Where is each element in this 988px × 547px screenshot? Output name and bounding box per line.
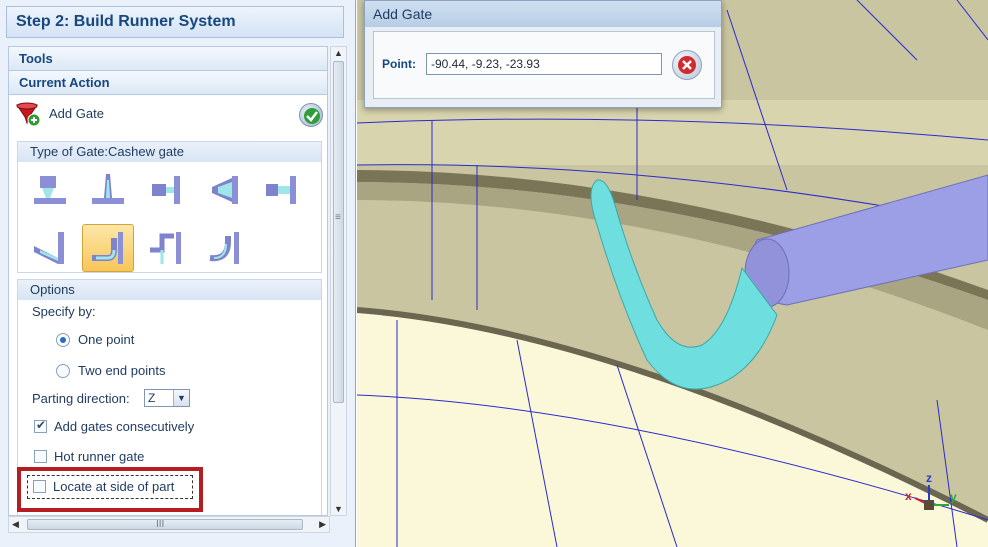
y-axis-label: y xyxy=(950,490,957,504)
vertical-scrollbar[interactable]: ▲ ≡ ▼ xyxy=(330,46,347,516)
checkmark-icon xyxy=(304,108,320,124)
scroll-right-icon[interactable]: ▶ xyxy=(319,519,326,530)
scroll-up-icon[interactable]: ▲ xyxy=(334,48,343,58)
parting-direction-value: Z xyxy=(148,391,156,405)
gate-type-group: Type of Gate:Cashew gate xyxy=(17,141,322,273)
point-label: Point: xyxy=(382,57,416,71)
panel-body: Tools Current Action Add Gate Type of Ga… xyxy=(8,46,328,516)
dialog-content: Point: -90.44, -9.23, -23.93 xyxy=(373,31,715,99)
ok-button[interactable] xyxy=(299,103,323,127)
vertical-scroll-thumb[interactable]: ≡ xyxy=(333,61,344,403)
gate-type-label: Type of Gate:Cashew gate xyxy=(18,142,321,162)
tools-section-header[interactable]: Tools xyxy=(9,47,327,71)
two-end-points-label[interactable]: Two end points xyxy=(78,363,165,378)
locate-side-option[interactable]: Locate at side of part xyxy=(27,475,193,499)
dialog-title[interactable]: Add Gate xyxy=(365,1,721,27)
pin-gate-icon[interactable] xyxy=(82,166,134,214)
specify-by-label: Specify by: xyxy=(32,304,96,319)
one-point-label[interactable]: One point xyxy=(78,332,134,347)
scroll-left-icon[interactable]: ◀ xyxy=(12,519,19,530)
add-consecutively-checkbox[interactable] xyxy=(34,418,47,433)
horizontal-scroll-thumb[interactable]: III xyxy=(27,519,303,530)
z-axis-label: z xyxy=(926,471,932,485)
hot-runner-label[interactable]: Hot runner gate xyxy=(54,449,144,464)
panel-title: Step 2: Build Runner System xyxy=(6,6,344,38)
grip-icon: ≡ xyxy=(335,212,341,223)
scroll-down-icon[interactable]: ▼ xyxy=(334,504,343,514)
options-title: Options xyxy=(18,280,321,300)
two-end-points-radio[interactable] xyxy=(56,364,70,378)
add-consecutively-label[interactable]: Add gates consecutively xyxy=(54,419,194,434)
add-gate-dialog: Add Gate Point: -90.44, -9.23, -23.93 xyxy=(364,0,722,108)
hot-runner-checkbox[interactable] xyxy=(34,450,47,463)
cashew-gate-icon[interactable] xyxy=(82,224,134,272)
locate-side-checkbox[interactable] xyxy=(33,480,46,493)
side-gate-icon[interactable] xyxy=(140,166,192,214)
action-label: Add Gate xyxy=(49,106,104,121)
chevron-down-icon[interactable]: ▼ xyxy=(173,390,189,406)
current-action-row: Add Gate xyxy=(9,95,327,131)
hook-gate-icon[interactable] xyxy=(140,224,192,272)
add-gate-icon xyxy=(15,101,41,127)
one-point-radio[interactable] xyxy=(56,333,70,347)
submarine-gate-icon[interactable] xyxy=(24,224,76,272)
horizontal-scrollbar[interactable]: ◀ III ▶ xyxy=(8,516,330,533)
parting-direction-label: Parting direction: xyxy=(32,391,130,406)
locate-side-label[interactable]: Locate at side of part xyxy=(53,479,174,494)
tab-gate-icon[interactable] xyxy=(256,166,308,214)
point-input[interactable]: -90.44, -9.23, -23.93 xyxy=(426,53,662,75)
fan-gate-icon[interactable] xyxy=(198,166,250,214)
cancel-button[interactable] xyxy=(672,50,702,80)
curved-tunnel-gate-icon[interactable] xyxy=(198,224,250,272)
build-runner-panel: Step 2: Build Runner System Tools Curren… xyxy=(0,0,356,547)
close-icon xyxy=(678,56,696,74)
parting-direction-select[interactable]: Z ▼ xyxy=(144,389,190,407)
direct-gate-icon[interactable] xyxy=(24,166,76,214)
gate-type-grid xyxy=(18,162,321,282)
x-axis-label: x xyxy=(905,489,912,503)
current-action-header[interactable]: Current Action xyxy=(9,71,327,95)
horizontal-grip-icon: III xyxy=(156,519,165,530)
